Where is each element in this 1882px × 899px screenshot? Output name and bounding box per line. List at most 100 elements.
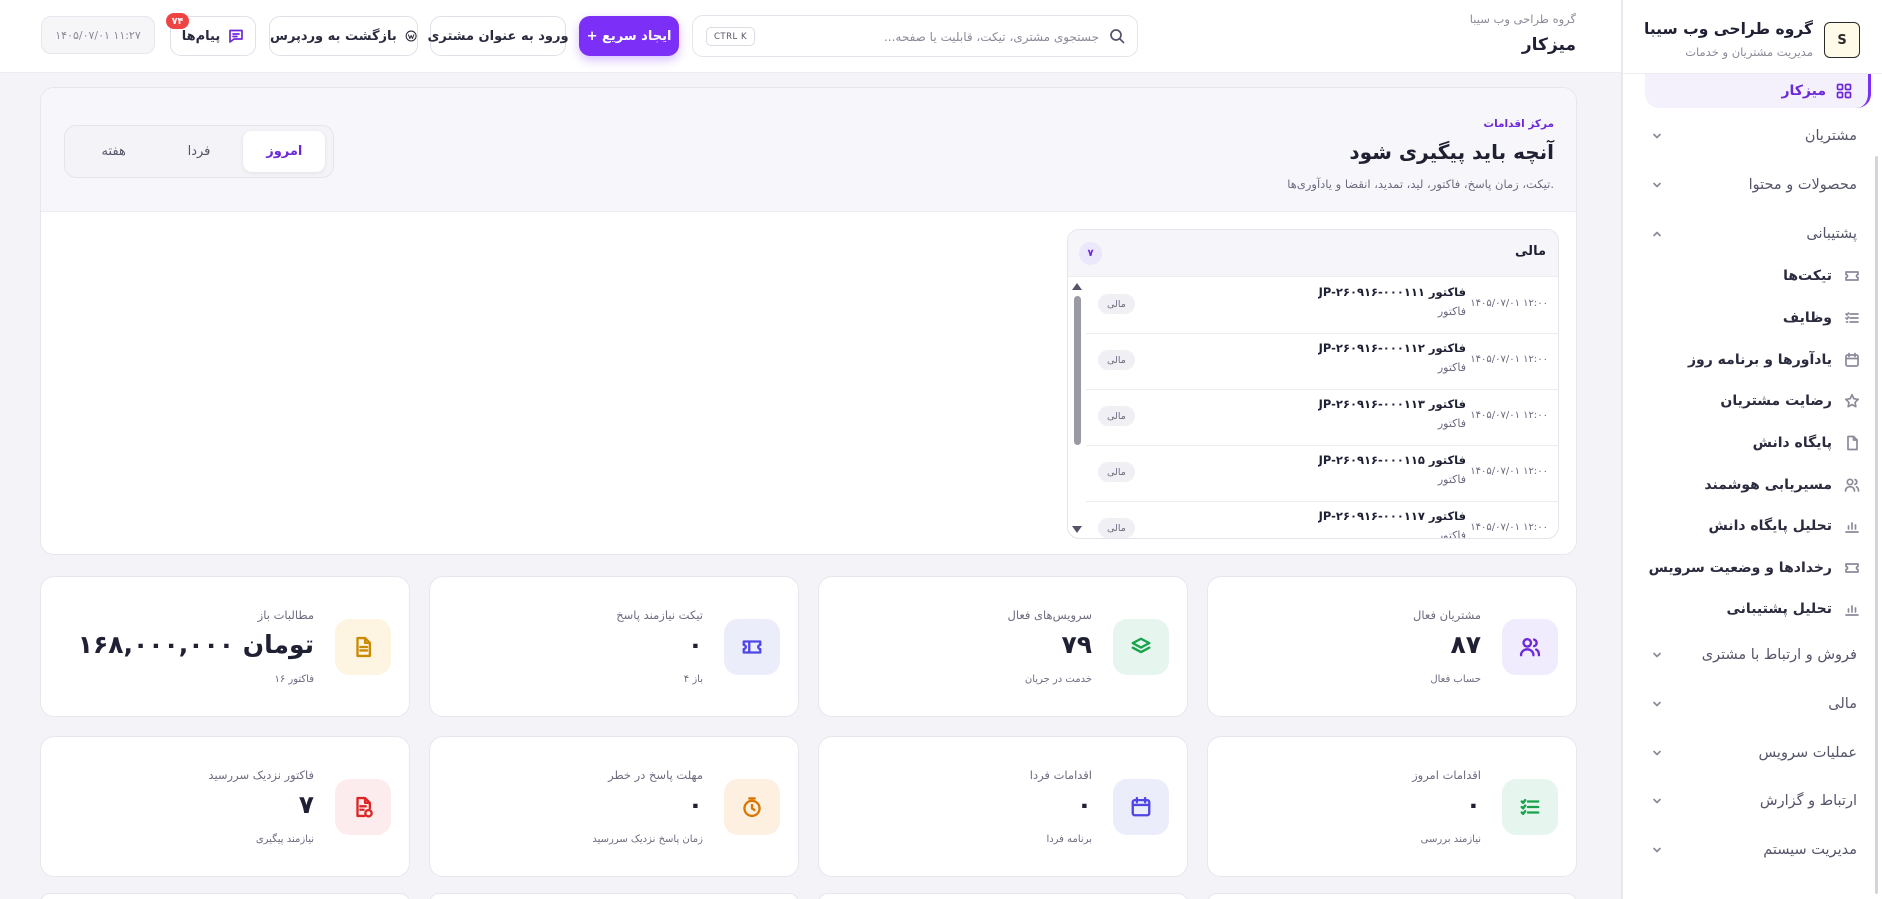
sidebar-group-customers[interactable]: مشتریان — [1651, 121, 1857, 151]
stat-label: تیکت نیازمند پاسخ — [616, 608, 703, 622]
stat-caption: زمان پاسخ نزدیک سررسید — [592, 834, 703, 845]
sidebar-item-reminders[interactable]: یادآورها و برنامه روز — [1688, 345, 1860, 375]
quick-create-button[interactable]: + ایجاد سریع — [579, 16, 679, 56]
sidebar-item-smart-routing[interactable]: مسیریابی هوشمند — [1704, 470, 1860, 500]
next-row-card — [1207, 893, 1577, 899]
sidebar-scrollbar[interactable] — [1875, 156, 1878, 894]
stat-value: ۰ — [687, 630, 703, 659]
finance-list-item[interactable]: فاکتور JP-۲۶۰۹۱۶-۰۰۰۱۱۷ فاکتور ۱۴۰۵/۰۷/۰… — [1086, 502, 1558, 538]
sidebar-item-kb-analytics[interactable]: تحلیل پایگاه دانش — [1709, 511, 1860, 541]
invoice-alert-icon — [356, 796, 373, 818]
stat-value: ۰ — [1465, 790, 1481, 819]
category-tag: مالی — [1098, 518, 1135, 538]
sidebar-item-dashboard[interactable]: میزکار — [1645, 74, 1871, 108]
login-as-customer-button[interactable]: ورود به عنوان مشتری — [427, 16, 569, 56]
calendar-icon — [1845, 352, 1859, 367]
finance-list-item[interactable]: فاکتور JP-۲۶۰۹۱۶-۰۰۰۱۱۱ فاکتور ۱۴۰۵/۰۷/۰… — [1086, 278, 1558, 334]
scroll-up-arrow-icon[interactable] — [1072, 283, 1082, 290]
action-center-header: مرکز اقدامات آنچه باید پیگیری شود تیکت، … — [41, 88, 1576, 212]
invoice-time: ۱۴۰۵/۰۷/۰۱ ۱۲:۰۰ — [1470, 354, 1548, 365]
sidebar-item-tasks[interactable]: وظایف — [1783, 303, 1860, 333]
invoice-time: ۱۴۰۵/۰۷/۰۱ ۱۲:۰۰ — [1470, 466, 1548, 477]
sidebar-item-tickets[interactable]: تیکت‌ها — [1783, 261, 1860, 291]
brand-logo[interactable]: S — [1824, 22, 1860, 58]
stat-caption: نیازمند بررسی — [1420, 834, 1481, 845]
stat-card-open-receivables[interactable]: مطالبات باز ۱۶۸,۰۰۰,۰۰۰ تومان ۱۶ فاکتور — [40, 576, 410, 717]
action-center: مرکز اقدامات آنچه باید پیگیری شود تیکت، … — [40, 87, 1577, 555]
stat-icon-bg — [724, 779, 780, 835]
finance-list-item[interactable]: فاکتور JP-۲۶۰۹۱۶-۰۰۰۱۱۳ فاکتور ۱۴۰۵/۰۷/۰… — [1086, 390, 1558, 446]
tab-week[interactable]: هفته — [73, 131, 155, 172]
invoice-title: فاکتور JP-۲۶۰۹۱۶-۰۰۰۱۱۷ — [1318, 509, 1466, 523]
scroll-down-arrow-icon[interactable] — [1072, 526, 1082, 533]
sidebar-item-knowledge-base[interactable]: پایگاه دانش — [1753, 428, 1860, 458]
chevron-down-icon — [1653, 750, 1661, 756]
stat-card-active-services[interactable]: سرویس‌های فعال ۷۹ خدمت در جریان — [818, 576, 1188, 717]
stat-label: اقدامات فردا — [1029, 768, 1092, 782]
finance-list-item[interactable]: فاکتور JP-۲۶۰۹۱۶-۰۰۰۱۱۵ فاکتور ۱۴۰۵/۰۷/۰… — [1086, 446, 1558, 502]
category-tag: مالی — [1098, 462, 1135, 482]
stat-card-tomorrow-actions[interactable]: اقدامات فردا ۰ برنامه فردا — [818, 736, 1188, 877]
sidebar-group-finance[interactable]: مالی — [1651, 689, 1857, 719]
finance-list-item[interactable]: فاکتور JP-۲۶۰۹۱۶-۰۰۰۱۱۲ فاکتور ۱۴۰۵/۰۷/۰… — [1086, 334, 1558, 390]
sidebar-group-sales[interactable]: فروش و ارتباط با مشتری — [1651, 640, 1857, 670]
invoice-type: فاکتور — [1437, 417, 1466, 430]
sidebar-group-products[interactable]: محصولات و محتوا — [1651, 170, 1857, 200]
stat-value: ۷ — [298, 790, 314, 819]
sidebar-item-incidents[interactable]: رخدادها و وضعیت سرویس — [1649, 553, 1860, 583]
sidebar-group-service-ops[interactable]: عملیات سرویس — [1651, 738, 1857, 768]
invoice-title: فاکتور JP-۲۶۰۹۱۶-۰۰۰۱۱۳ — [1318, 397, 1466, 411]
sidebar-item-label: تیکت‌ها — [1783, 268, 1832, 284]
stat-card-invoices-due[interactable]: فاکتور نزدیک سررسید ۷ نیازمند پیگیری — [40, 736, 410, 877]
back-to-wordpress-button[interactable]: بازگشت به وردپرس — [269, 16, 418, 56]
stat-card-sla-at-risk[interactable]: مهلت پاسخ در خطر ۰ زمان پاسخ نزدیک سررسی… — [429, 736, 799, 877]
stat-caption: برنامه فردا — [1046, 834, 1092, 845]
stat-icon-bg — [1502, 779, 1558, 835]
stat-card-active-customers[interactable]: مشتریان فعال ۸۷ حساب فعال — [1207, 576, 1577, 717]
sidebar-group-reports[interactable]: ارتباط و گزارش — [1651, 786, 1857, 816]
sidebar-item-label: میزکار — [1781, 83, 1826, 99]
page-title: میزکار — [1521, 35, 1576, 55]
invoice-time: ۱۴۰۵/۰۷/۰۱ ۱۲:۰۰ — [1470, 298, 1548, 309]
sidebar-group-label: ارتباط و گزارش — [1759, 793, 1857, 809]
search-icon — [1110, 29, 1125, 44]
messages-count-badge: ۷۴ — [166, 13, 189, 29]
stat-card-tickets-awaiting[interactable]: تیکت نیازمند پاسخ ۰ ۴ باز — [429, 576, 799, 717]
finance-panel-header: مالی ۷ — [1068, 230, 1558, 277]
next-row-card — [40, 893, 410, 899]
chevron-down-icon — [1653, 701, 1661, 707]
ticket-icon — [1845, 271, 1859, 281]
invoice-time: ۱۴۰۵/۰۷/۰۱ ۱۲:۰۰ — [1470, 410, 1548, 421]
ticket-icon — [1845, 563, 1859, 573]
sidebar-item-satisfaction[interactable]: رضایت مشتریان — [1720, 386, 1860, 416]
sidebar-item-label: تحلیل پشتیبانی — [1726, 601, 1832, 617]
finance-panel-title: مالی — [1515, 244, 1546, 259]
scrollbar-thumb[interactable] — [1074, 296, 1081, 445]
stat-value: ۸۷ — [1450, 630, 1481, 659]
next-row-card — [429, 893, 799, 899]
global-search[interactable]: CTRL K — [692, 15, 1138, 57]
period-tabs: هفته فردا امروز — [64, 125, 334, 178]
document-icon — [356, 636, 372, 658]
finance-count-badge: ۷ — [1079, 242, 1102, 265]
datetime-display: ۱۴۰۵/۰۷/۰۱ ۱۱:۲۷ — [41, 16, 155, 54]
stat-caption: ۱۶ فاکتور — [274, 674, 314, 685]
tab-today[interactable]: امروز — [243, 131, 326, 172]
search-input[interactable] — [799, 26, 1099, 48]
action-center-kicker: مرکز اقدامات — [1483, 118, 1554, 130]
task-list-icon — [1845, 312, 1859, 323]
stat-caption: خدمت در جریان — [1024, 674, 1092, 685]
breadcrumb[interactable]: گروه طراحی وب سیبا — [1470, 12, 1576, 26]
invoice-title: فاکتور JP-۲۶۰۹۱۶-۰۰۰۱۱۵ — [1318, 453, 1466, 467]
sidebar-group-system[interactable]: مدیریت سیستم — [1651, 835, 1857, 865]
brand: S گروه طراحی وب سیبا مدیریت مشتریان و خد… — [1622, 0, 1882, 74]
sidebar-group-support[interactable]: پشتیبانی — [1651, 219, 1857, 249]
stat-card-today-actions[interactable]: اقدامات امروز ۰ نیازمند بررسی — [1207, 736, 1577, 877]
checklist-icon — [1520, 798, 1540, 816]
stat-icon-bg — [335, 619, 391, 675]
sidebar-group-label: مالی — [1828, 696, 1857, 712]
chevron-up-icon — [1653, 231, 1661, 237]
tab-tomorrow[interactable]: فردا — [158, 131, 240, 172]
sidebar-item-support-analytics[interactable]: تحلیل پشتیبانی — [1727, 594, 1860, 624]
sidebar-group-label: محصولات و محتوا — [1748, 177, 1857, 193]
